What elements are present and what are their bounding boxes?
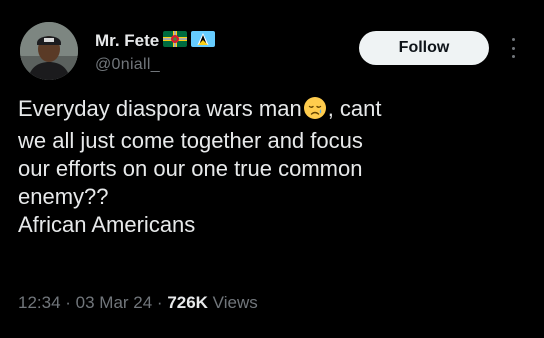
views-count[interactable]: 726K [167, 293, 208, 312]
tweet-line-2: we all just come together and focus [18, 128, 363, 153]
meta-separator: · [152, 293, 168, 312]
flag-icon-dominica [163, 30, 188, 52]
tweet-text: Everyday diaspora wars man , cant we all… [18, 95, 528, 239]
tweet-date[interactable]: 03 Mar 24 [76, 293, 153, 312]
author-name-row[interactable]: Mr. Fete [95, 30, 216, 52]
tweet-line-4: enemy?? [18, 184, 109, 209]
sad-but-relieved-face-icon [303, 96, 327, 127]
meta-separator: · [60, 293, 76, 312]
more-options-icon[interactable] [508, 38, 518, 58]
follow-button[interactable]: Follow [359, 31, 489, 65]
tweet-line-1: Everyday diaspora wars man , cant [18, 95, 528, 127]
author-display-name[interactable]: Mr. Fete [95, 31, 159, 51]
author-handle[interactable]: @0niall_ [95, 56, 160, 74]
tweet-card: Mr. Fete @0niall_ Follow Everyday diaspo… [0, 0, 544, 338]
tweet-line-5: African Americans [18, 212, 196, 237]
flag-icon-saint-lucia [191, 30, 216, 52]
views-label: Views [207, 293, 258, 312]
tweet-line-3: our efforts on our one true common [18, 156, 363, 181]
avatar[interactable] [20, 22, 78, 80]
tweet-time[interactable]: 12:34 [18, 293, 61, 312]
tweet-meta: 12:34 · 03 Mar 24 · 726K Views [18, 293, 258, 313]
